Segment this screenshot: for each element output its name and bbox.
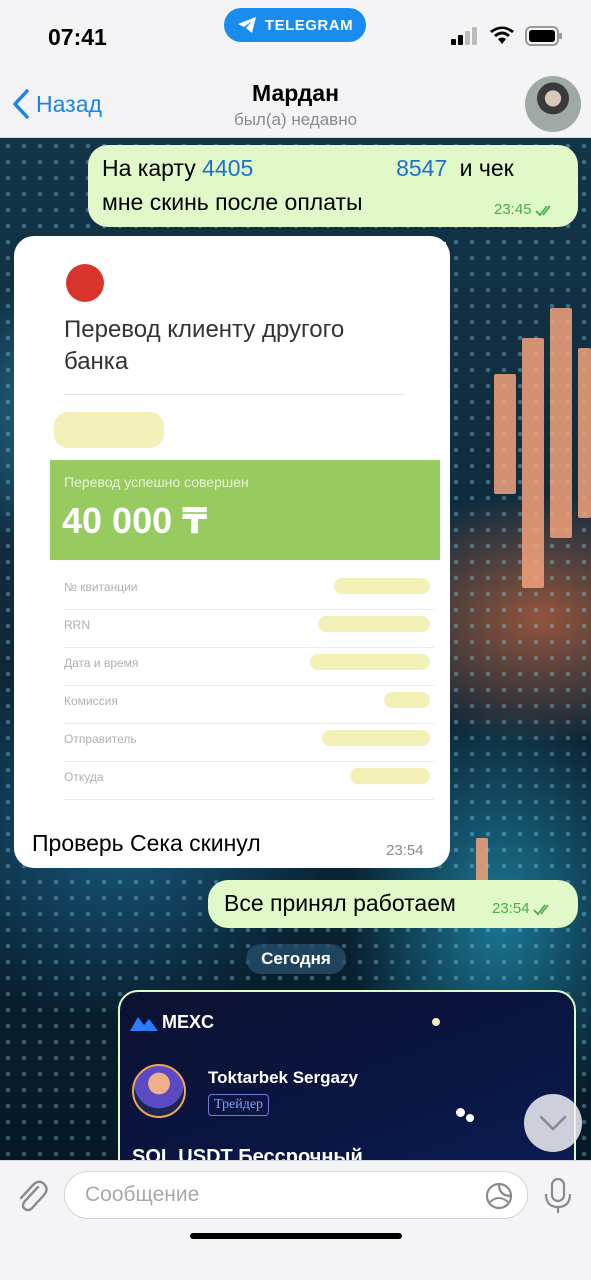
- receipt-row-label: № квитанции: [64, 580, 138, 594]
- message-text-part: На карту: [102, 155, 196, 181]
- message-input[interactable]: [64, 1171, 528, 1219]
- receipt-amount: 40 000 ₸: [62, 500, 208, 541]
- background-candle: [578, 348, 591, 518]
- sticker-button[interactable]: [484, 1181, 514, 1216]
- status-icons: [451, 26, 563, 46]
- card-number-start[interactable]: 4405: [202, 155, 253, 181]
- trader-avatar: [132, 1064, 186, 1118]
- message-text-part: и чек: [459, 155, 514, 181]
- scroll-down-button[interactable]: [524, 1094, 582, 1152]
- date-divider: Сегодня: [246, 944, 346, 974]
- receipt-row: Комиссия: [64, 686, 434, 724]
- receipt-row: RRN: [64, 610, 434, 648]
- bank-logo: [66, 264, 104, 302]
- redaction-mark: [318, 616, 430, 632]
- message-time: 23:54: [492, 900, 553, 917]
- receipt-row-label: Отправитель: [64, 732, 137, 746]
- telegram-plane-icon: [237, 17, 256, 33]
- redaction-mark: [334, 578, 430, 594]
- redaction-mark: [54, 412, 164, 448]
- receipt-image[interactable]: Перевод клиенту другого банка Перевод ус…: [34, 242, 446, 812]
- chat-title[interactable]: Мардан: [0, 80, 591, 107]
- microphone-icon: [544, 1177, 572, 1213]
- receipt-row: Откуда: [64, 762, 434, 800]
- contact-avatar[interactable]: [525, 76, 581, 132]
- mexc-shared-card[interactable]: MEXC Toktarbek Sergazy Трейдер SOL USDT …: [118, 990, 576, 1180]
- sparkle-dot: [456, 1108, 465, 1117]
- attach-button[interactable]: [14, 1177, 50, 1220]
- double-check-icon: [532, 903, 549, 915]
- status-time: 07:41: [48, 24, 107, 50]
- message-text: Все принял работаем: [224, 890, 456, 916]
- redaction-mark: [322, 730, 430, 746]
- message-text-part: мне скинь после оплаты: [102, 189, 363, 215]
- double-check-icon: [534, 204, 551, 216]
- message-text: На карту 4405 8547 и чек мне скинь после…: [102, 151, 514, 219]
- background-candle: [550, 308, 572, 538]
- chat-status: был(а) недавно: [233, 110, 358, 129]
- trader-badge: Трейдер: [208, 1094, 270, 1116]
- outgoing-message[interactable]: На карту 4405 8547 и чек мне скинь после…: [88, 145, 578, 227]
- voice-record-button[interactable]: [543, 1177, 573, 1220]
- receipt-row: Отправитель: [64, 724, 434, 762]
- chat-header: Назад Мардан был(а) недавно: [0, 70, 591, 138]
- composer-bar: [0, 1160, 591, 1280]
- chevron-down-icon: [539, 1115, 567, 1131]
- mexc-brand: MEXC: [162, 1012, 215, 1032]
- mexc-logo: MEXC: [130, 1012, 214, 1033]
- background-candle: [522, 338, 544, 588]
- mexc-mountain-icon: [130, 1016, 158, 1031]
- status-bar: 07:41 TELEGRAM: [0, 0, 591, 70]
- message-caption: Проверь Сека скинул: [32, 830, 261, 856]
- receipt-row-label: Комиссия: [64, 694, 118, 708]
- sparkle-dot: [432, 1018, 440, 1026]
- trader-name: Toktarbek Sergazy: [208, 1068, 358, 1087]
- receipt-title: Перевод клиенту другого банка: [64, 316, 345, 375]
- signal-icon: [451, 27, 477, 45]
- incoming-photo-message[interactable]: Перевод клиенту другого банка Перевод ус…: [14, 236, 450, 868]
- telegram-pill-label: TELEGRAM: [264, 16, 354, 34]
- receipt-divider: [64, 394, 404, 395]
- card-number-end[interactable]: 8547: [396, 155, 447, 181]
- receipt-row: Дата и время: [64, 648, 434, 686]
- telegram-pill[interactable]: TELEGRAM: [224, 8, 366, 42]
- wifi-icon: [490, 26, 514, 44]
- home-indicator: [190, 1233, 402, 1239]
- redaction-mark: [350, 768, 430, 784]
- message-time-label: 23:45: [494, 201, 532, 218]
- receipt-status-panel: Перевод успешно совершен 40 000 ₸: [50, 460, 440, 560]
- receipt-row: № квитанции: [64, 572, 434, 610]
- paperclip-icon: [19, 1180, 48, 1212]
- sticker-icon: [485, 1182, 513, 1210]
- receipt-row-label: Откуда: [64, 770, 104, 784]
- message-time: 23:45: [494, 201, 555, 218]
- sparkle-dot: [466, 1114, 474, 1122]
- background-candle: [494, 374, 516, 494]
- message-time-label: 23:54: [386, 842, 424, 859]
- battery-icon: [525, 26, 562, 46]
- receipt-row-label: RRN: [64, 618, 90, 632]
- redaction-mark: [384, 692, 430, 708]
- receipt-status-label: Перевод успешно совершен: [64, 474, 249, 490]
- message-time: 23:54: [386, 842, 424, 859]
- message-time-label: 23:54: [492, 900, 530, 917]
- outgoing-message[interactable]: Все принял работаем 23:54: [208, 880, 578, 928]
- receipt-row-label: Дата и время: [64, 656, 139, 670]
- redaction-mark: [310, 654, 430, 670]
